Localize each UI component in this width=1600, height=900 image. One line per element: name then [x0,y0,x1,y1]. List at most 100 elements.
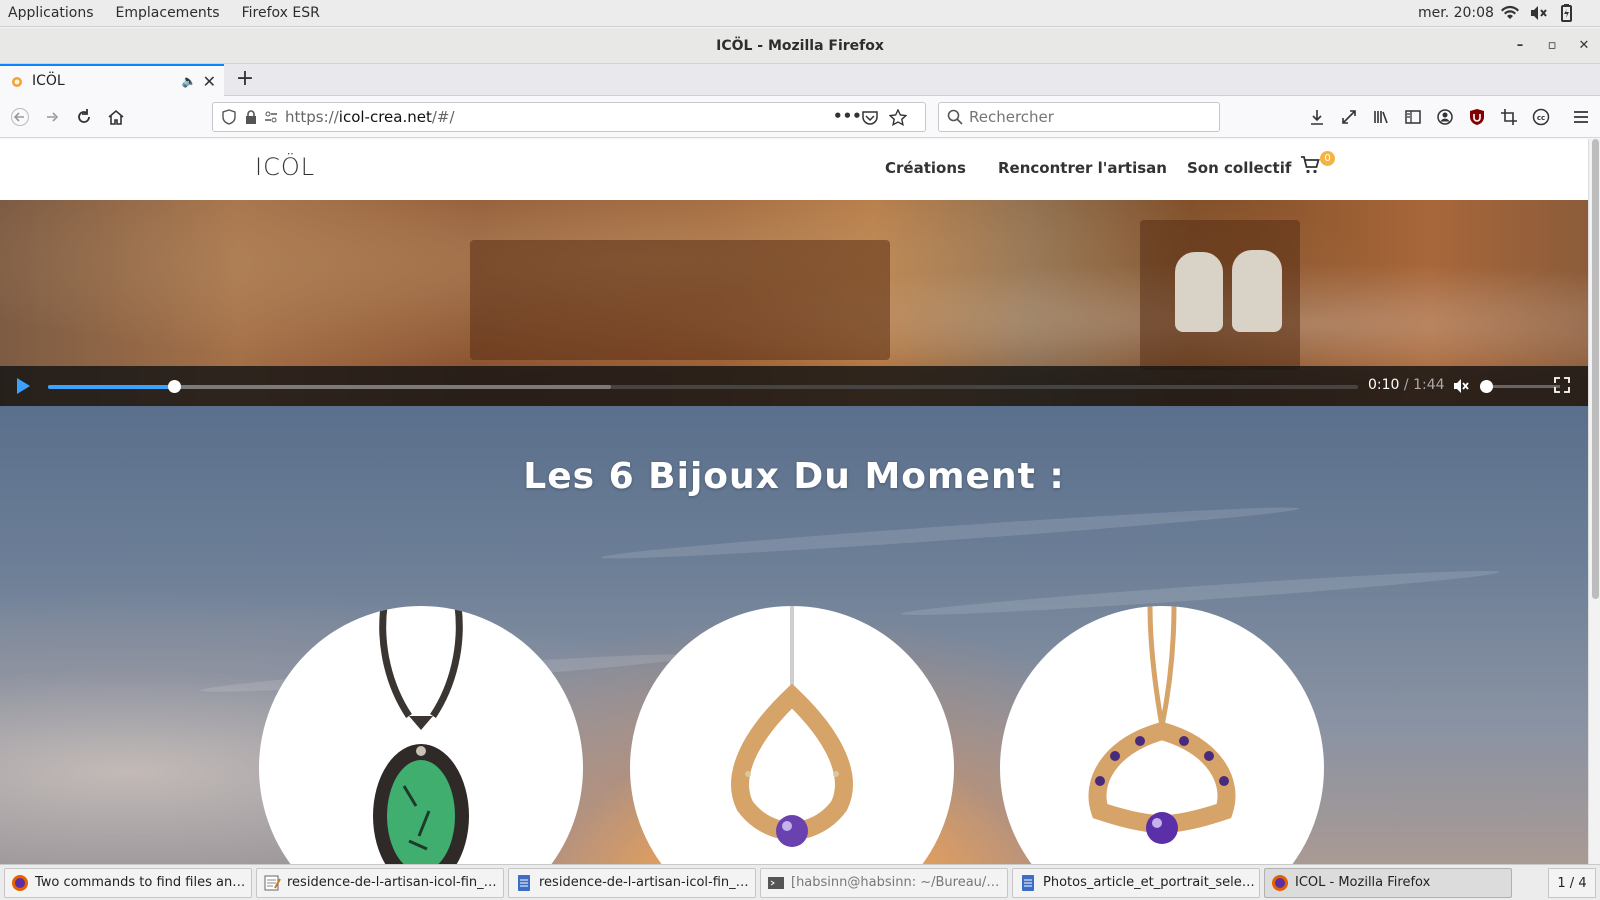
applications-menu[interactable]: Applications [0,5,105,21]
new-tab-button[interactable]: + [232,66,258,91]
battery-icon[interactable] [1556,3,1576,27]
shopping-cart-icon [1301,156,1320,174]
taskbar-item-label: ICÖL - Mozilla Firefox [1295,875,1431,890]
url-text[interactable]: https://icol-crea.net/#/ [285,108,455,126]
amethyst-beaded-bracelet-image [1088,606,1236,844]
current-time: 0:10 [1368,377,1400,393]
seek-handle[interactable] [167,380,181,393]
workspace-switcher[interactable]: 1 / 4 [1548,868,1596,898]
close-window-button[interactable]: ✕ [1568,28,1600,64]
permissions-icon[interactable] [263,109,279,125]
video-scene-boot [1232,250,1282,332]
page-actions-icon[interactable]: ••• [833,107,862,125]
volume-muted-icon[interactable] [1528,3,1548,27]
forward-button[interactable] [39,104,65,130]
taskbar-item-terminal[interactable]: [habsinn@habsinn: ~/Bureau/TO... [760,867,1008,898]
back-button[interactable] [7,104,33,130]
tab-title: ICÖL [32,73,65,89]
taskbar-item-label: residence-de-l-artisan-icol-fin_n... [539,875,755,890]
home-button[interactable] [103,104,129,130]
account-icon [1437,109,1453,125]
site-logo[interactable]: ICÖL [255,153,315,181]
system-tray[interactable] [1500,3,1576,27]
featured-heading: Les 6 Bijoux Du Moment : [523,456,1065,497]
page-scrollbar[interactable] [1588,139,1600,864]
firefox-icon [12,874,28,891]
svg-text:cc: cc [1537,114,1545,122]
cloud-streak [600,501,1300,565]
expand-icon [1342,110,1356,124]
screenshot-button[interactable] [1496,104,1522,130]
nav-collective[interactable]: Son collectif [1187,159,1291,177]
taskbar-item-text-editor[interactable]: residence-de-l-artisan-icol-fin_n... [256,867,504,898]
volume-handle[interactable] [1480,380,1493,393]
crop-icon [1501,109,1517,125]
video-seek-bar[interactable] [48,380,1358,393]
pocket-icon[interactable] [861,109,879,127]
product-card-amethyst-bracelet[interactable] [1000,606,1324,864]
wifi-icon[interactable] [1500,3,1520,27]
taskbar-item-label: Two commands to find files and d... [35,875,251,890]
back-arrow-icon [11,108,29,126]
taskbar-item-firefox-commands[interactable]: Two commands to find files and d... [4,867,252,898]
downloads-button[interactable] [1304,104,1330,130]
nav-creations[interactable]: Créations [885,159,966,177]
tab-icol[interactable]: ICÖL 🔈 ✕ [0,64,224,96]
play-button[interactable] [17,378,30,394]
taskbar-item-label: Photos_article_et_portrait_select... [1043,875,1259,890]
address-bar[interactable]: https://icol-crea.net/#/ ••• [212,102,926,132]
search-bar[interactable] [938,102,1220,132]
volume-slider[interactable] [1480,380,1560,393]
library-icon [1374,111,1388,124]
maximize-button[interactable]: ▫ [1536,28,1568,64]
taskbar-item-document[interactable]: residence-de-l-artisan-icol-fin_n... [508,867,756,898]
places-menu[interactable]: Emplacements [105,5,231,21]
firefox-app-menu[interactable]: Firefox ESR [231,5,331,21]
firefox-icon [1272,874,1288,891]
cart-button[interactable]: 0 [1300,151,1335,179]
nav-meet-artisan[interactable]: Rencontrer l'artisan [998,159,1167,177]
reload-button[interactable] [71,104,97,130]
video-scene-dresser [470,240,890,360]
lock-icon[interactable] [243,109,259,125]
menu-button[interactable] [1568,104,1594,130]
product-card-amethyst-ring[interactable] [630,606,954,864]
minimize-button[interactable]: – [1504,28,1536,64]
ublock-button[interactable] [1464,104,1490,130]
tab-close-icon[interactable]: ✕ [203,72,216,91]
document-icon [1022,874,1034,891]
taskbar-item-label: [habsinn@habsinn: ~/Bureau/TO... [791,875,1007,890]
fullscreen-icon [1554,377,1570,393]
sidebar-button[interactable] [1400,104,1426,130]
navigation-toolbar: https://icol-crea.net/#/ ••• cc [0,96,1600,138]
clock[interactable]: mer. 20:08 [1418,5,1494,21]
video-played-bar [48,385,174,389]
search-input[interactable] [969,108,1209,126]
creative-commons-icon: cc [1532,108,1550,126]
bookmark-star-icon[interactable] [889,109,907,127]
terminal-icon [768,876,784,889]
library-button[interactable] [1368,104,1394,130]
search-icon [947,109,963,125]
tab-audio-icon[interactable]: 🔈 [182,74,197,88]
mute-button[interactable] [1452,377,1470,399]
product-card-green-pendant[interactable] [259,606,583,864]
window-titlebar[interactable]: ICÖL - Mozilla Firefox – ▫ ✕ [0,28,1600,64]
video-controls: 0:10 / 1:44 [0,366,1588,406]
taskbar-item-firefox-icol[interactable]: ICÖL - Mozilla Firefox [1264,867,1512,898]
tracking-shield-icon[interactable] [221,109,237,125]
window-list-taskbar: Two commands to find files and d... resi… [0,864,1600,900]
ublock-shield-icon [1470,109,1484,125]
account-button[interactable] [1432,104,1458,130]
volume-muted-icon [1454,379,1469,393]
taskbar-item-photos-document[interactable]: Photos_article_et_portrait_select... [1012,867,1260,898]
cc-extension-button[interactable]: cc [1528,104,1554,130]
site-favicon-icon [12,77,22,87]
duration: / 1:44 [1403,377,1445,393]
fullscreen-toolbar-button[interactable] [1336,104,1362,130]
workshop-video[interactable]: 0:10 / 1:44 [0,200,1588,406]
site-header: ICÖL Créations Rencontrer l'artisan Son … [0,139,1588,200]
reload-icon [78,109,90,123]
scrollbar-thumb[interactable] [1592,139,1599,599]
video-fullscreen-button[interactable] [1554,377,1570,397]
